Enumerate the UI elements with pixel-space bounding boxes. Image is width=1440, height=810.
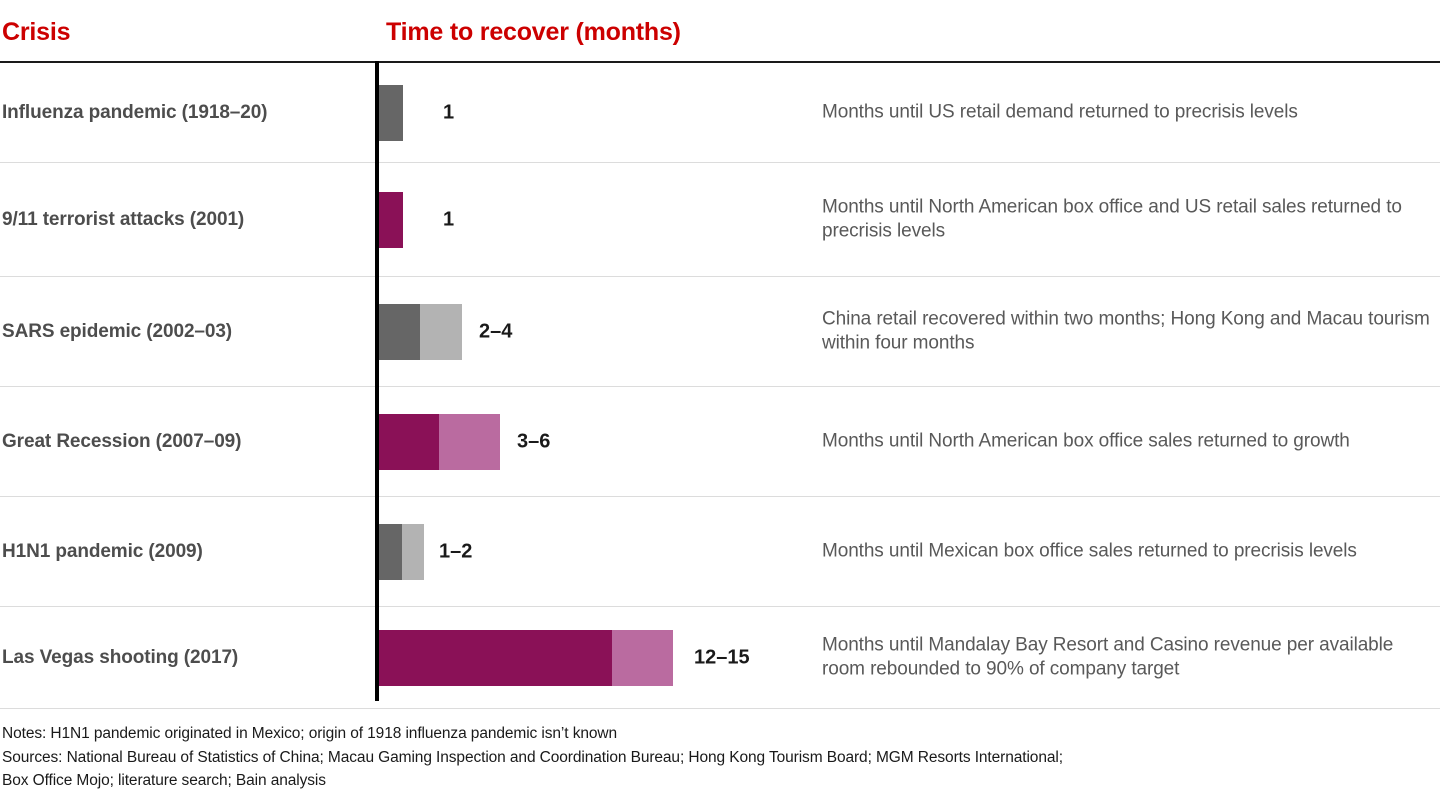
bar-value-label: 1–2	[439, 540, 473, 562]
bar-value-label: 1	[443, 208, 455, 230]
column-header-time-to-recover: Time to recover (months)	[386, 18, 681, 46]
table-row: 9/11 terrorist attacks (2001) 1 Months unt…	[0, 163, 1440, 277]
bar-value-label: 12–15	[694, 646, 750, 668]
bar	[379, 413, 500, 470]
row-description: Months until North American box office s…	[822, 430, 1350, 452]
bar-segment-low	[379, 84, 403, 141]
bar-segment-low	[379, 191, 403, 248]
chart-container: Crisis Time to recover (months) Influenz…	[0, 0, 1440, 810]
zero-axis-line	[375, 61, 379, 701]
bar-value-label: 1	[443, 101, 455, 123]
column-header-crisis: Crisis	[2, 18, 71, 46]
bar-segment-low	[379, 629, 612, 686]
footnote-sources-line-2: Box Office Mojo; literature search; Bain…	[2, 772, 326, 790]
bar	[379, 84, 403, 141]
bar-segment-high	[439, 413, 500, 470]
bar-segment-low	[379, 303, 420, 360]
bar	[379, 629, 673, 686]
bar-segment-low	[379, 413, 439, 470]
chart-rows: Influenza pandemic (1918–20) 1 Months unti…	[0, 63, 1440, 709]
row-description: China retail recovered within two months…	[822, 307, 1430, 354]
bar-segment-high	[402, 523, 424, 580]
chart-header: Crisis Time to recover (months)	[0, 0, 1440, 62]
bar-segment-high	[612, 629, 673, 686]
crisis-label: Great Recession (2007–09)	[2, 430, 242, 452]
bar	[379, 303, 462, 360]
row-description: Months until US retail demand returned t…	[822, 101, 1298, 123]
table-row: Influenza pandemic (1918–20) 1 Months unti…	[0, 63, 1440, 163]
footnote-notes: Notes: H1N1 pandemic originated in Mexic…	[2, 725, 617, 742]
row-description: Months until Mandalay Bay Resort and Cas…	[822, 633, 1394, 680]
footnote-sources-line-1: Sources: National Bureau of Statistics o…	[2, 748, 1063, 766]
crisis-label: 9/11 terrorist attacks (2001)	[2, 208, 245, 230]
table-row: SARS epidemic (2002–03) 2–4 China retail r…	[0, 277, 1440, 387]
table-row: Las Vegas shooting (2017) 12–15 Months unt…	[0, 607, 1440, 709]
crisis-label: Las Vegas shooting (2017)	[2, 646, 239, 668]
table-row: H1N1 pandemic (2009) 1–2 Months until Mexi…	[0, 497, 1440, 607]
bar-value-label: 2–4	[479, 320, 513, 342]
footnotes-block: Notes: H1N1 pandemic originated in Mexic…	[2, 722, 1438, 793]
bar-value-label: 3–6	[517, 430, 551, 452]
bar	[379, 191, 403, 248]
table-row: Great Recession (2007–09) 3–6 Months until…	[0, 387, 1440, 497]
bar-segment-high	[420, 303, 462, 360]
row-description: Months until North American box office a…	[822, 195, 1402, 242]
crisis-label: Influenza pandemic (1918–20)	[2, 101, 268, 123]
bar	[379, 523, 424, 580]
crisis-label: H1N1 pandemic (2009)	[2, 540, 203, 562]
crisis-label: SARS epidemic (2002–03)	[2, 320, 233, 342]
bar-segment-low	[379, 523, 402, 580]
row-description: Months until Mexican box office sales re…	[822, 540, 1357, 562]
